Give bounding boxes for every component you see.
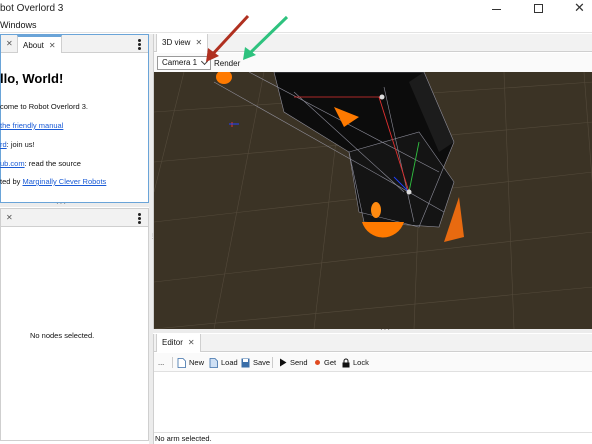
green-arrow-icon	[247, 15, 289, 56]
red-arrow-icon	[209, 14, 250, 58]
annotation-arrows	[206, 14, 289, 62]
